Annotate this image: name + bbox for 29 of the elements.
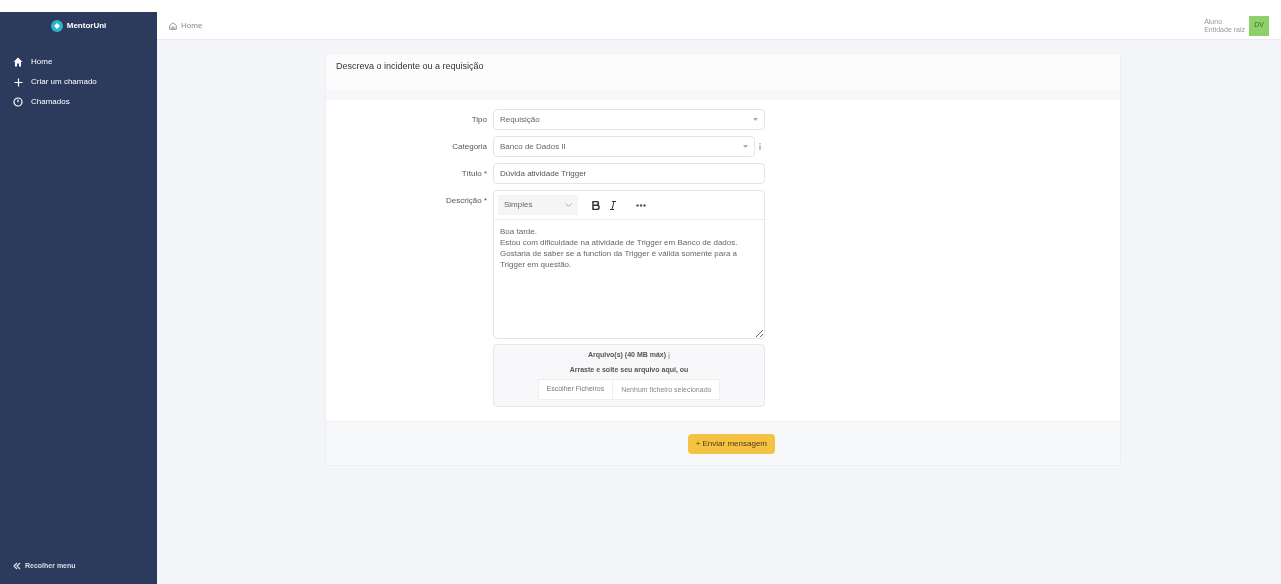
caret-icon	[743, 145, 748, 148]
sidebar-item[interactable]: Chamados	[0, 92, 157, 112]
logo-icon	[50, 20, 63, 32]
field-label: Título *	[460, 168, 488, 180]
description-field[interactable]: Boa tarde. Estou com dificuldade na atividade de Trigger em Banco de dados. Gostaria de saber se a function da Trigger é válida somente para a Trigger em questão.	[494, 220, 764, 338]
brand-name: MentorUni	[66, 20, 107, 32]
format-dropdown[interactable]: Simples	[498, 195, 578, 215]
clock-icon	[13, 97, 23, 107]
bold-icon[interactable]	[592, 200, 600, 210]
sidebar-item[interactable]: Criar um chamado	[0, 72, 157, 92]
home-icon	[169, 21, 177, 30]
chevron-down-icon	[565, 203, 572, 207]
caret-icon	[753, 118, 758, 121]
home-icon	[13, 57, 23, 67]
send-message-button[interactable]: + Enviar mensagem	[687, 433, 775, 454]
breadcrumb-home[interactable]: Home	[169, 19, 203, 32]
field-label: Tipo	[470, 114, 488, 126]
more-icon[interactable]	[636, 203, 646, 207]
plus-icon	[13, 77, 23, 87]
text-field[interactable]: Dúvida atividade Trigger	[493, 163, 765, 184]
rich-text-editor[interactable]: Simples Boa tarde. Estou com dificuldade na atividade de Trigger em Banco de dados. Gostaria de saber se a function da Trigger é válida somente para a Trigger em questão.	[493, 190, 765, 339]
select-field[interactable]: Banco de Dados II	[493, 136, 755, 157]
form-title: Descreva o incidente ou a requisição	[336, 60, 484, 74]
italic-icon[interactable]	[610, 200, 616, 210]
double-chevron-left-icon	[13, 562, 21, 570]
select-field[interactable]: Requisição	[493, 109, 765, 130]
field-label: Categoria	[451, 141, 488, 153]
sidebar-item[interactable]: Home	[0, 52, 157, 72]
field-label: Descrição *	[445, 195, 488, 207]
